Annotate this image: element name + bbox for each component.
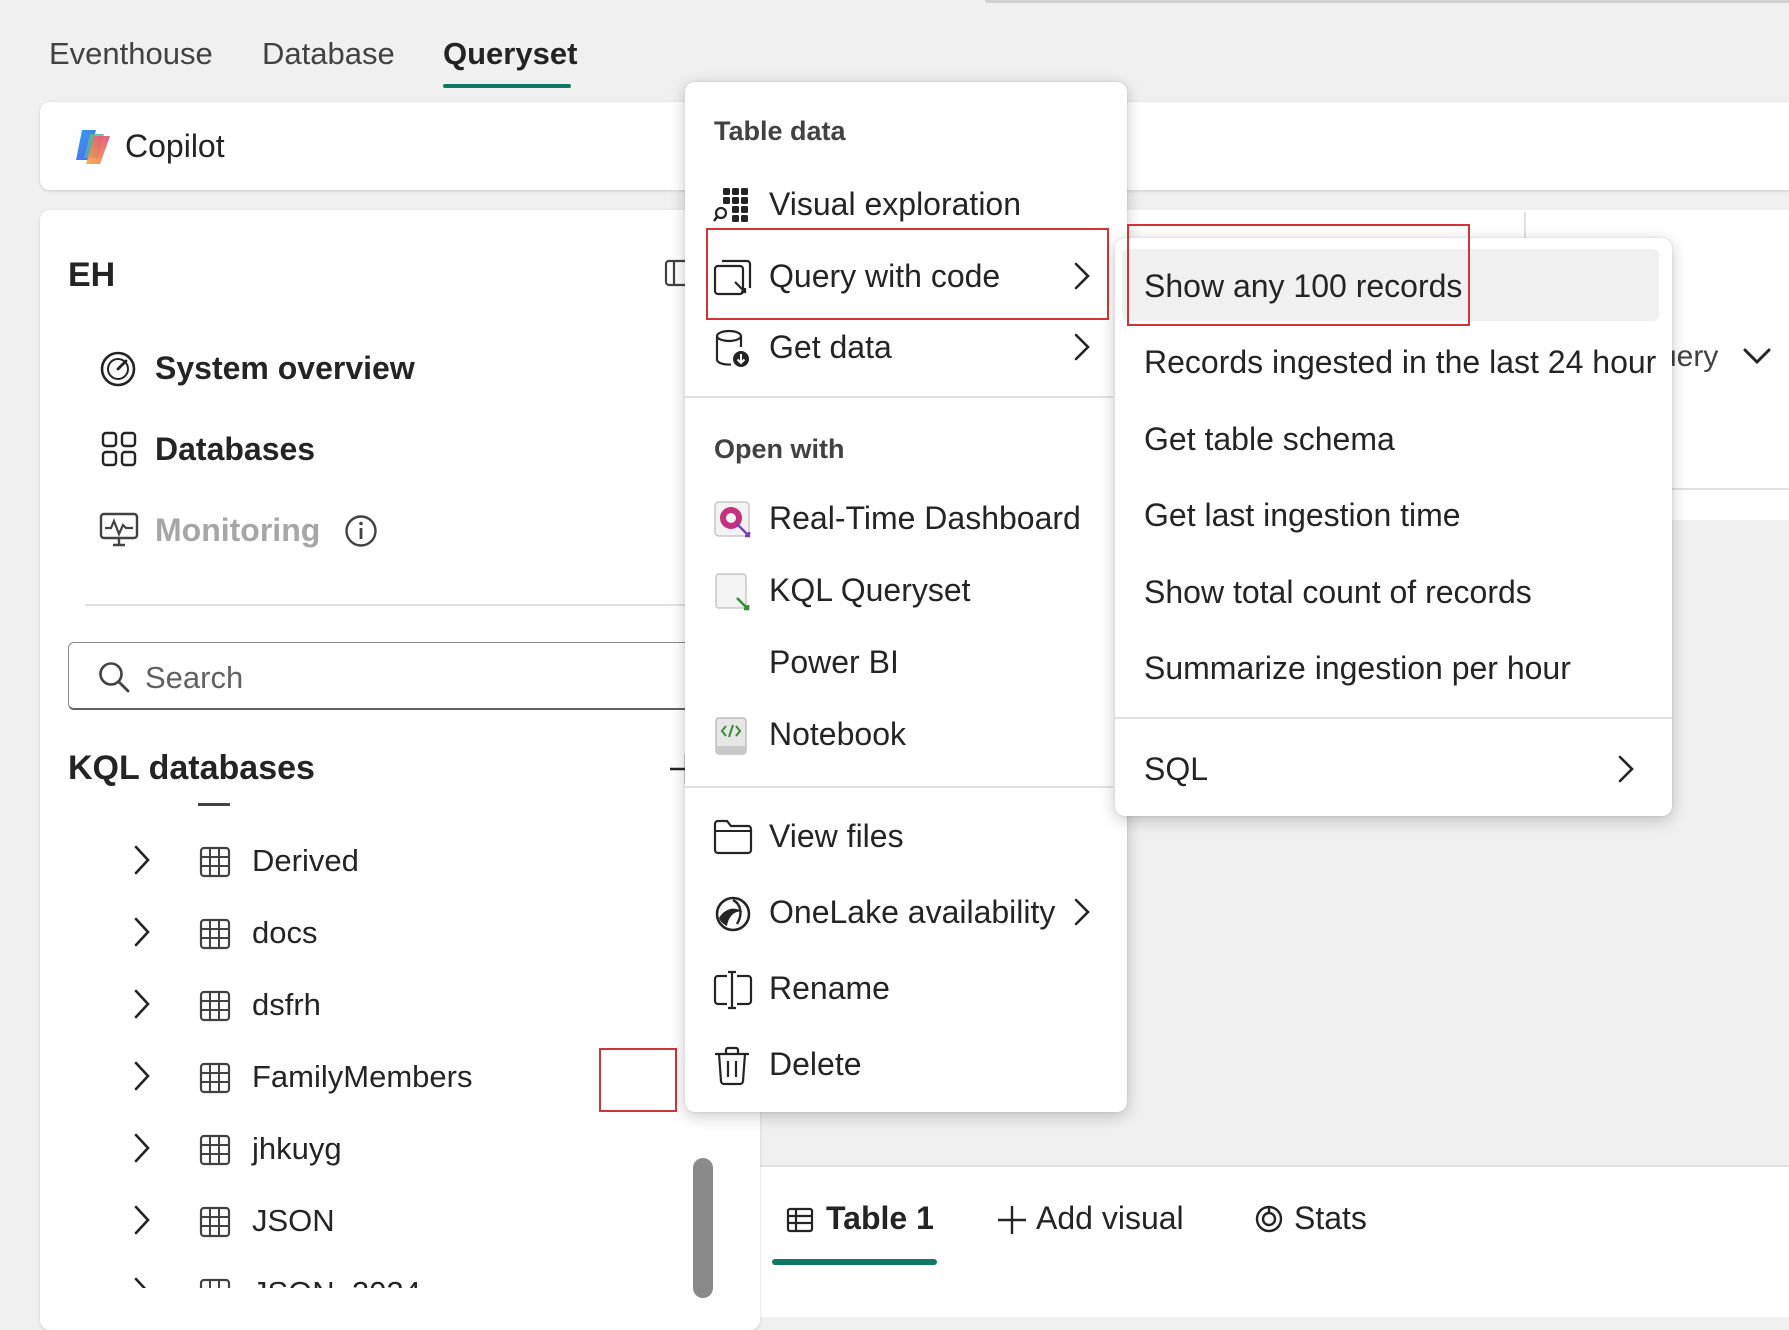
menu-get-data[interactable]: Get data [769, 329, 892, 366]
menu-separator [685, 786, 1113, 788]
chevron-right-icon[interactable] [133, 1276, 151, 1288]
submenu-records-last-24-hour[interactable]: Records ingested in the last 24 hour [1144, 344, 1656, 381]
add-visual-button[interactable]: Add visual [1036, 1200, 1184, 1237]
menu-header-table-data: Table data [714, 116, 846, 146]
results-pane [747, 1165, 1789, 1317]
table-row[interactable]: JSON_2024 [0, 1258, 700, 1288]
tab-database[interactable]: Database [262, 36, 395, 72]
chevron-right-icon [1612, 751, 1638, 787]
submenu-summarize-ingestion[interactable]: Summarize ingestion per hour [1144, 650, 1571, 687]
tab-eventhouse[interactable]: Eventhouse [49, 36, 213, 72]
menu-kql-queryset[interactable]: KQL Queryset [769, 572, 971, 609]
top-border [985, 0, 1789, 3]
table-row[interactable]: JSON [0, 1186, 700, 1258]
chevron-right-icon[interactable] [133, 1060, 151, 1092]
nav-monitoring: Monitoring [155, 512, 321, 548]
notebook-icon [713, 716, 751, 755]
search-icon [97, 660, 131, 694]
table-icon [199, 1278, 231, 1288]
menu-view-files[interactable]: View files [769, 818, 904, 855]
menu-onelake-availability[interactable]: OneLake availability [769, 894, 1055, 931]
menu-rename[interactable]: Rename [769, 970, 890, 1007]
kql-queryset-icon [713, 572, 751, 611]
monitor-icon [99, 511, 139, 549]
table-label: Derived [252, 843, 359, 878]
editor-divider [1670, 488, 1789, 490]
nav-system-overview[interactable]: System overview [155, 350, 415, 387]
grid-icon [101, 431, 137, 467]
table-icon [199, 846, 231, 878]
tree-indent-line [198, 803, 230, 806]
get-data-icon [713, 329, 751, 367]
highlight-more-options [599, 1048, 677, 1112]
search-placeholder: Search [145, 660, 244, 695]
submenu-show-total-count[interactable]: Show total count of records [1144, 574, 1532, 611]
chevron-right-icon[interactable] [133, 988, 151, 1020]
submenu-separator [1115, 717, 1672, 719]
gauge-icon [99, 350, 137, 388]
plus-icon [996, 1204, 1028, 1236]
table-icon [786, 1206, 814, 1234]
table-label: FamilyMembers [252, 1059, 473, 1094]
chevron-down-icon[interactable] [1742, 346, 1772, 368]
visual-exploration-icon [713, 186, 751, 224]
table-row[interactable]: jhkuyg [0, 1114, 700, 1186]
scrollbar-thumb[interactable] [693, 1158, 713, 1298]
menu-header-open-with: Open with [714, 434, 845, 464]
table-icon [199, 1134, 231, 1166]
table-row[interactable]: docs [0, 898, 700, 970]
rename-icon [713, 970, 753, 1010]
info-icon[interactable] [344, 514, 378, 548]
table-icon [199, 990, 231, 1022]
highlight-query-with-code [706, 228, 1109, 320]
table-icon [199, 1206, 231, 1238]
kql-databases-title: KQL databases [68, 749, 315, 787]
highlight-show-100-records [1127, 224, 1470, 326]
submenu-get-table-schema[interactable]: Get table schema [1144, 421, 1395, 458]
menu-delete[interactable]: Delete [769, 1046, 862, 1083]
table-row[interactable]: FamilyMembers [0, 1042, 700, 1114]
chevron-right-icon [1068, 329, 1094, 365]
table-icon [199, 1062, 231, 1094]
chevron-right-icon[interactable] [133, 844, 151, 876]
chevron-right-icon[interactable] [133, 1132, 151, 1164]
table-label: dsfrh [252, 987, 321, 1022]
bottom-tab-indicator [772, 1259, 937, 1265]
menu-notebook[interactable]: Notebook [769, 716, 906, 753]
tab-active-indicator [443, 84, 571, 88]
table-label: JSON_2024 [252, 1275, 421, 1288]
real-time-dashboard-icon [713, 500, 751, 538]
tab-table-1[interactable]: Table 1 [826, 1200, 934, 1237]
eventhouse-title: EH [68, 256, 116, 294]
copilot-icon [72, 126, 114, 166]
folder-icon [713, 818, 753, 856]
tab-queryset[interactable]: Queryset [443, 36, 577, 72]
trash-icon [713, 1046, 751, 1086]
table-icon [199, 918, 231, 950]
nav-databases[interactable]: Databases [155, 431, 315, 468]
pane-separator [85, 604, 705, 606]
copilot-label: Copilot [125, 128, 225, 164]
submenu-sql[interactable]: SQL [1144, 751, 1208, 788]
onelake-icon [713, 894, 751, 932]
chevron-right-icon [1068, 894, 1094, 930]
chevron-right-icon[interactable] [133, 916, 151, 948]
table-row[interactable]: Derived [0, 826, 700, 898]
table-label: JSON [252, 1203, 335, 1238]
stats-icon [1254, 1204, 1284, 1234]
stats-button[interactable]: Stats [1294, 1200, 1367, 1237]
chevron-right-icon[interactable] [133, 1204, 151, 1236]
menu-power-bi[interactable]: Power BI [769, 644, 899, 681]
menu-visual-exploration[interactable]: Visual exploration [769, 186, 1021, 223]
table-label: jhkuyg [252, 1131, 342, 1166]
table-label: docs [252, 915, 318, 950]
submenu-get-last-ingestion-time[interactable]: Get last ingestion time [1144, 497, 1461, 534]
table-row[interactable]: dsfrh [0, 970, 700, 1042]
menu-real-time-dashboard[interactable]: Real-Time Dashboard [769, 500, 1081, 537]
menu-separator [685, 396, 1113, 398]
